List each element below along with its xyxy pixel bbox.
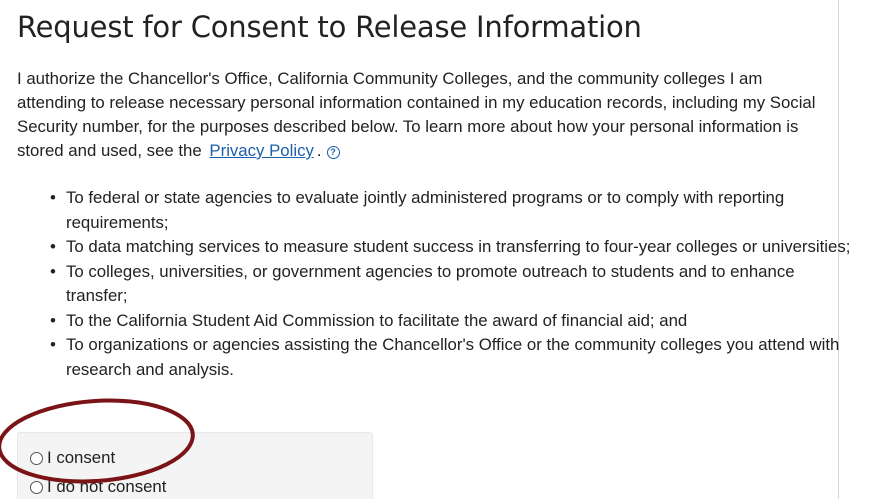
intro-paragraph: I authorize the Chancellor's Office, Cal… <box>17 67 829 163</box>
help-circle-icon[interactable]: ? <box>326 146 340 159</box>
purpose-item: To organizations or agencies assisting t… <box>50 333 856 382</box>
page-title: Request for Consent to Release Informati… <box>17 10 642 44</box>
privacy-policy-link[interactable]: Privacy Policy <box>206 141 316 160</box>
purpose-item: To the California Student Aid Commission… <box>50 309 856 334</box>
annotation-ellipse <box>0 398 195 484</box>
highlight-circle-annotation <box>0 398 195 484</box>
purposes-list: To federal or state agencies to evaluate… <box>17 186 856 382</box>
purpose-item: To federal or state agencies to evaluate… <box>50 186 856 235</box>
intro-period: . <box>316 141 322 160</box>
purpose-item: To data matching services to measure stu… <box>50 235 856 260</box>
intro-text: I authorize the Chancellor's Office, Cal… <box>17 69 816 160</box>
purpose-item: To colleges, universities, or government… <box>50 260 856 309</box>
